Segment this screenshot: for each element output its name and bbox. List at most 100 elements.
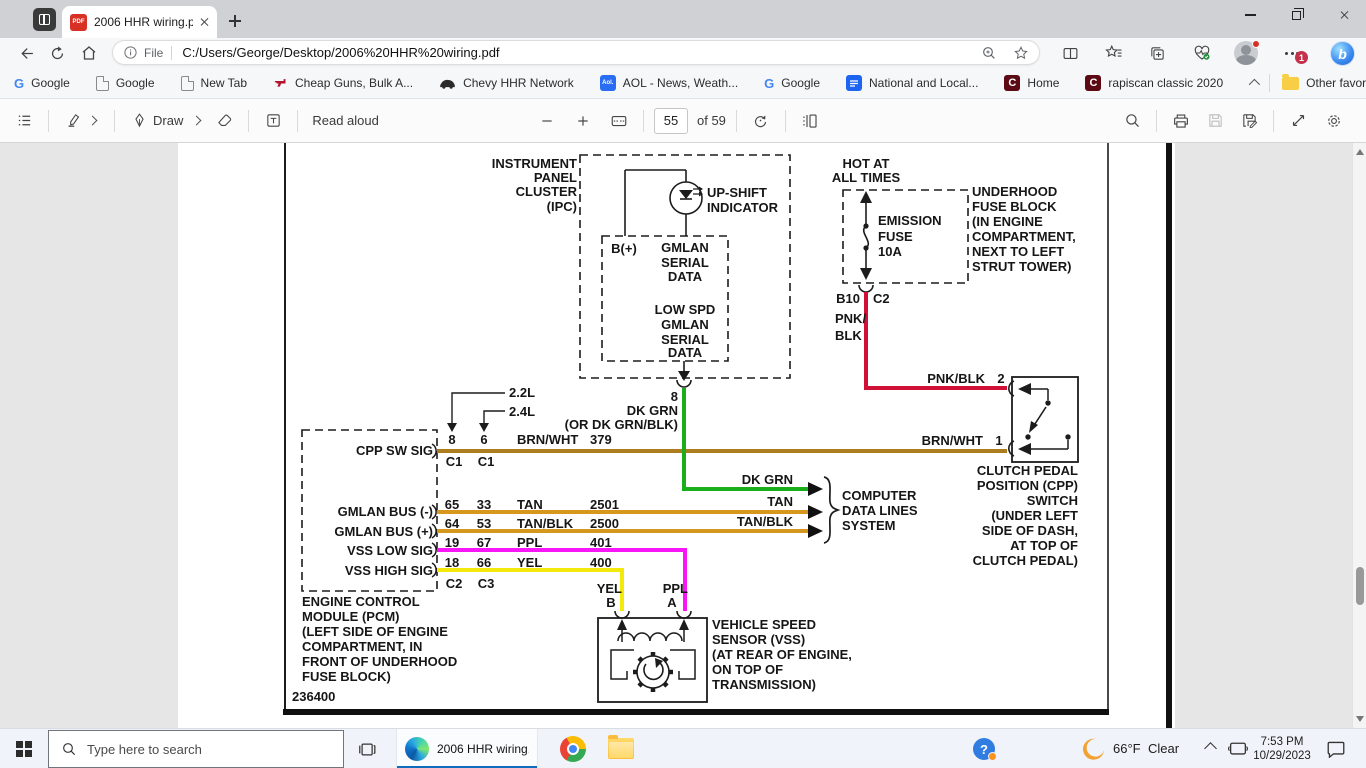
screen: PDF 2006 HHR wiring.pdf File C:/Users/Ge… xyxy=(0,0,1366,768)
draw-chevron-icon[interactable] xyxy=(192,116,202,126)
pin-number: 19 xyxy=(445,535,459,550)
pin-number: 67 xyxy=(477,535,491,550)
pdf-settings-button[interactable] xyxy=(1320,107,1348,135)
save-button[interactable] xyxy=(1201,107,1229,135)
start-button[interactable] xyxy=(0,729,48,768)
pdf-scrollbar[interactable] xyxy=(1352,143,1366,728)
favorite-item[interactable]: Aol.AOL - News, Weath... xyxy=(600,75,738,91)
favorite-item[interactable]: New Tab xyxy=(181,76,247,91)
notification-center-icon[interactable] xyxy=(1326,740,1346,758)
read-aloud-button[interactable]: Read aloud xyxy=(312,113,379,128)
pin-number: 2 xyxy=(997,371,1004,386)
scroll-down-icon[interactable] xyxy=(1356,716,1364,722)
search-placeholder: Type here to search xyxy=(87,742,202,757)
favorite-item[interactable]: Cheap Guns, Bulk A... xyxy=(273,76,413,91)
draw-button[interactable] xyxy=(125,107,153,135)
taskbar-search[interactable]: Type here to search xyxy=(48,730,344,768)
tab-actions-icon[interactable] xyxy=(33,8,56,31)
window-close-button[interactable] xyxy=(1319,0,1365,30)
data-lines-label: SYSTEM xyxy=(842,518,895,533)
weather-condition[interactable]: Clear xyxy=(1148,741,1179,756)
zoom-icon[interactable] xyxy=(981,45,997,61)
task-view-button[interactable] xyxy=(350,735,384,763)
favorite-item[interactable]: Google xyxy=(96,76,155,91)
scroll-up-icon[interactable] xyxy=(1356,149,1364,155)
search-document-button[interactable] xyxy=(1118,107,1146,135)
pin-number: 6 xyxy=(480,432,487,447)
profile-notification-dot xyxy=(1252,40,1260,48)
page-number-input[interactable]: 55 xyxy=(654,108,688,134)
pin-number: 66 xyxy=(477,555,491,570)
edge-task-button[interactable]: 2006 HHR wiring.p... xyxy=(396,729,538,768)
tray-expand-chevron[interactable] xyxy=(1204,742,1217,755)
zoom-in-button[interactable] xyxy=(569,107,597,135)
fit-width-icon xyxy=(610,112,628,130)
collections-button[interactable] xyxy=(1145,41,1169,65)
connector-label: C3 xyxy=(478,576,495,591)
draw-label[interactable]: Draw xyxy=(153,113,183,128)
favorite-star-icon[interactable] xyxy=(1013,45,1029,61)
scrollbar-thumb[interactable] xyxy=(1356,567,1364,605)
fit-to-width-button[interactable] xyxy=(605,107,633,135)
lowspd-label: GMLAN xyxy=(661,317,709,332)
browser-tab[interactable]: PDF 2006 HHR wiring.pdf xyxy=(62,6,217,38)
url-text[interactable]: C:/Users/George/Desktop/2006%20HHR%20wir… xyxy=(182,45,981,60)
erase-button[interactable] xyxy=(210,107,238,135)
file-explorer-task-button[interactable] xyxy=(608,738,634,759)
wire-color-label: DK GRN xyxy=(742,472,793,487)
favorite-item[interactable]: GGoogle xyxy=(14,76,70,91)
gun-store-favicon xyxy=(273,76,288,91)
favorite-item[interactable]: Crapiscan classic 2020 xyxy=(1085,75,1223,91)
page-count-label: of 59 xyxy=(697,113,726,128)
pdf-toolbar: Draw Read aloud 55 of 59 xyxy=(0,99,1366,143)
save-as-icon xyxy=(1241,112,1258,129)
favorite-item[interactable]: GGoogle xyxy=(764,76,820,91)
fullscreen-button[interactable] xyxy=(1284,107,1312,135)
new-tab-button[interactable] xyxy=(224,10,246,32)
toc-button[interactable] xyxy=(10,107,38,135)
browser-essentials-button[interactable] xyxy=(1190,41,1214,65)
tab-close-icon[interactable] xyxy=(199,17,209,27)
page-view-icon xyxy=(801,112,819,130)
clock[interactable]: 7:53 PM 10/29/2023 xyxy=(1244,735,1320,763)
rotate-button[interactable] xyxy=(747,107,775,135)
info-icon[interactable] xyxy=(123,45,138,60)
favorites-button[interactable] xyxy=(1102,41,1126,65)
gear-icon xyxy=(1325,112,1343,130)
window-restore-button[interactable] xyxy=(1273,0,1319,30)
favorite-item[interactable]: Chevy HHR Network xyxy=(439,76,574,90)
weather-moon-icon[interactable] xyxy=(1082,737,1106,761)
home-button[interactable] xyxy=(77,41,101,65)
c-favicon: C xyxy=(1085,75,1101,91)
vss-label: ON TOP OF xyxy=(712,662,783,677)
fuse-block-label: NEXT TO LEFT xyxy=(972,244,1064,259)
add-text-button[interactable] xyxy=(259,107,287,135)
split-screen-button[interactable] xyxy=(1058,41,1082,65)
bing-chat-button[interactable]: b xyxy=(1330,41,1355,66)
tray-help-icon[interactable]: ? xyxy=(973,738,995,760)
edge-task-label: 2006 HHR wiring.p... xyxy=(437,742,529,756)
address-bar[interactable]: File C:/Users/George/Desktop/2006%20HHR%… xyxy=(112,40,1040,65)
window-minimize-button[interactable] xyxy=(1227,0,1273,30)
page-view-button[interactable] xyxy=(796,107,824,135)
favorite-label: Google xyxy=(31,76,70,90)
weather-temp[interactable]: 66°F xyxy=(1113,741,1141,756)
favorites-overflow-chevron[interactable] xyxy=(1249,79,1260,90)
other-favorites-label[interactable]: Other favorites xyxy=(1306,76,1366,90)
chrome-task-button[interactable] xyxy=(560,736,586,762)
toolbar-divider xyxy=(48,110,49,132)
connector-label: C1 xyxy=(446,454,463,469)
refresh-button[interactable] xyxy=(45,41,69,65)
highlight-button[interactable] xyxy=(59,107,87,135)
wire-color-label: PNK/ xyxy=(835,311,866,326)
save-as-button[interactable] xyxy=(1235,107,1263,135)
back-button[interactable] xyxy=(14,41,38,65)
zoom-out-button[interactable] xyxy=(533,107,561,135)
restore-icon xyxy=(1292,11,1301,20)
pcm-pin-label: GMLAN BUS (+) xyxy=(334,524,433,539)
favorite-item[interactable]: CHome xyxy=(1004,75,1059,91)
favorite-item[interactable]: National and Local... xyxy=(846,75,978,91)
wire-color-label: DK GRN xyxy=(627,403,678,418)
print-button[interactable] xyxy=(1167,107,1195,135)
highlight-chevron-icon[interactable] xyxy=(88,116,98,126)
